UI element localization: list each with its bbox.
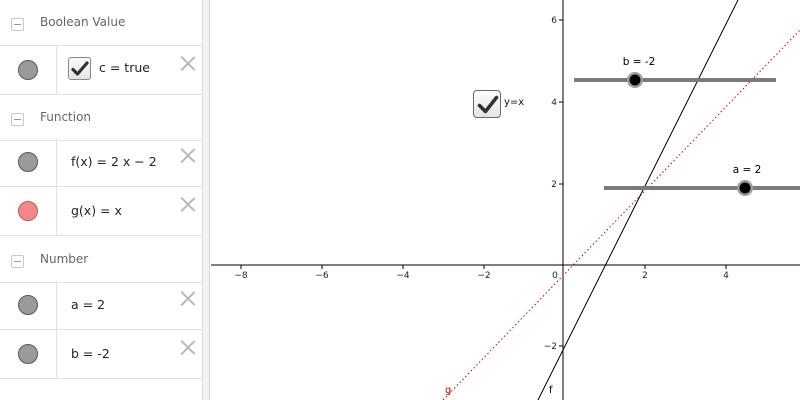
slider-a-label: a = 2 [733,164,762,176]
y-tick-marks [559,19,563,347]
visibility-marble[interactable] [18,60,38,80]
collapse-icon[interactable] [11,113,24,126]
algebra-item-c[interactable]: c = true [0,46,203,95]
graphics-view[interactable]: −8 −6 −4 −2 0 2 4 −2 2 4 6 g f b = -2 a … [211,0,800,400]
checkbox-y-equals-x[interactable] [473,90,501,118]
marble-cell [0,281,57,329]
checkmark-icon [477,95,499,114]
visibility-marble[interactable] [18,295,38,315]
y-tick-label: 2 [551,180,557,190]
x-tick-label: 2 [642,271,648,281]
line-f-label: f [549,385,553,396]
marble-cell [0,187,57,235]
graphics-canvas[interactable]: −8 −6 −4 −2 0 2 4 −2 2 4 6 g f b = -2 a … [211,0,800,400]
x-tick-label: 0 [552,271,558,281]
formula-g[interactable]: g(x) = x [71,203,122,218]
x-tick-label: 4 [723,271,729,281]
delete-icon[interactable] [179,289,197,307]
collapse-icon[interactable] [11,255,24,268]
marble-cell [0,330,57,378]
group-header-number[interactable]: Number [0,237,203,283]
formula-c[interactable]: c = true [99,60,150,75]
delete-icon[interactable] [179,54,197,72]
x-tick-label: −4 [396,271,410,281]
y-tick-label: 6 [551,16,557,26]
delete-icon[interactable] [179,146,197,164]
delete-icon[interactable] [179,338,197,356]
x-tick-label: −2 [477,271,490,281]
algebra-item-g[interactable]: g(x) = x [0,187,203,236]
checkbox-c[interactable] [68,57,91,80]
y-tick-label: −2 [544,342,557,352]
group-header-function[interactable]: Function [0,95,203,141]
checkbox-label[interactable]: y=x [504,97,524,108]
slider-b-label: b = -2 [623,56,656,68]
slider-a-handle[interactable] [739,182,751,194]
algebra-item-f[interactable]: f(x) = 2 x − 2 [0,138,203,187]
delete-icon[interactable] [179,195,197,213]
group-title: Boolean Value [40,15,126,29]
algebra-item-b[interactable]: b = -2 [0,330,203,379]
formula-a[interactable]: a = 2 [71,297,105,312]
line-g-label: g [445,385,451,396]
slider-b-handle[interactable] [629,74,641,86]
formula-b[interactable]: b = -2 [71,346,110,361]
checkmark-icon [71,61,89,76]
marble-cell [0,138,57,186]
formula-f[interactable]: f(x) = 2 x − 2 [71,154,157,169]
x-tick-label: −6 [315,271,329,281]
group-header-boolean[interactable]: Boolean Value [0,0,203,46]
collapse-icon[interactable] [11,18,24,31]
visibility-marble[interactable] [18,201,38,221]
group-title: Number [40,252,89,266]
visibility-marble[interactable] [18,344,38,364]
view-splitter[interactable] [203,0,210,400]
algebra-view: Boolean Value c = true Function f(x) = 2… [0,0,203,400]
marble-cell [0,46,57,94]
group-title: Function [40,110,92,124]
y-tick-label: 4 [551,98,557,108]
line-g[interactable] [442,29,800,400]
x-tick-marks [240,265,727,269]
x-tick-label: −8 [234,271,248,281]
visibility-marble[interactable] [18,152,38,172]
algebra-item-a[interactable]: a = 2 [0,281,203,330]
